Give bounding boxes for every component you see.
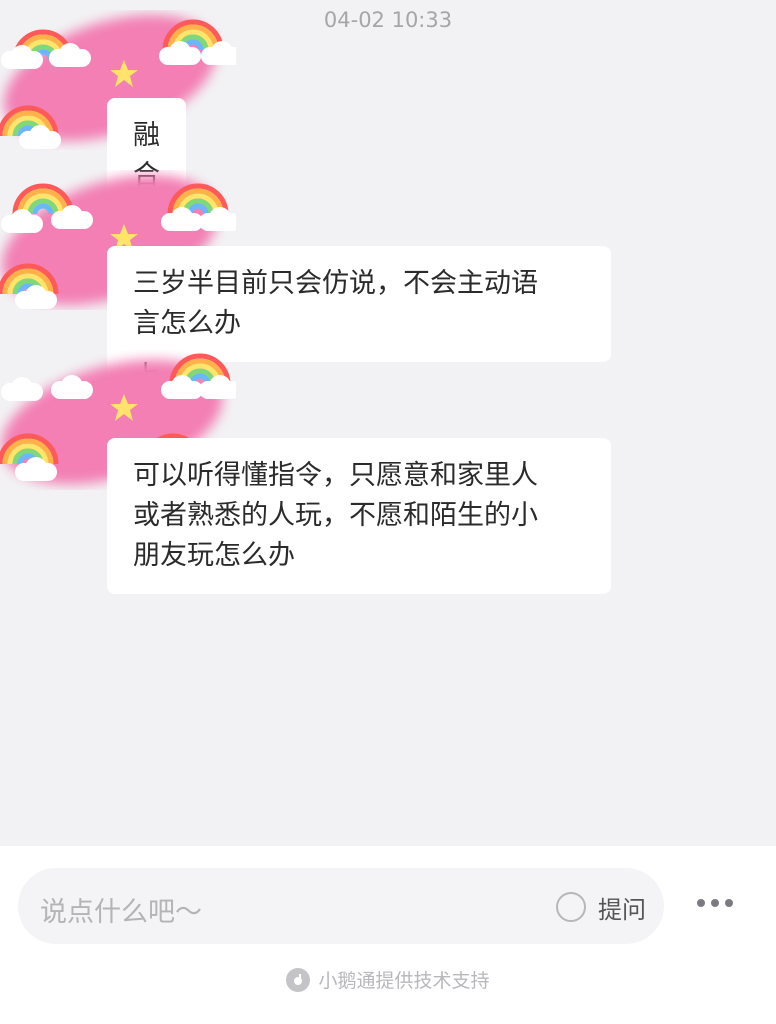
powered-by-footer: 小鹅通提供技术支持 (0, 966, 776, 993)
input-placeholder: 说点什么吧～ (40, 897, 202, 928)
bottom-bar: 说点什么吧～ 提问 小鹅通提供技术支持 (0, 846, 776, 1024)
xiaoetong-logo-icon (286, 967, 311, 992)
message-bubble: 三岁半目前只会仿说，不会主动语 言怎么办 (107, 246, 611, 362)
message-bubble: 可以听得懂指令，只愿意和家里人 或者熟悉的人玩，不愿和陌生的小 朋友玩怎么办 (107, 438, 611, 594)
more-dots-icon[interactable] (690, 888, 740, 918)
radio-circle-icon[interactable] (556, 892, 586, 922)
ask-question-label[interactable]: 提问 (598, 890, 646, 925)
footer-text: 小鹅通提供技术支持 (318, 970, 490, 992)
message-input[interactable]: 说点什么吧～ 提问 (18, 868, 664, 944)
